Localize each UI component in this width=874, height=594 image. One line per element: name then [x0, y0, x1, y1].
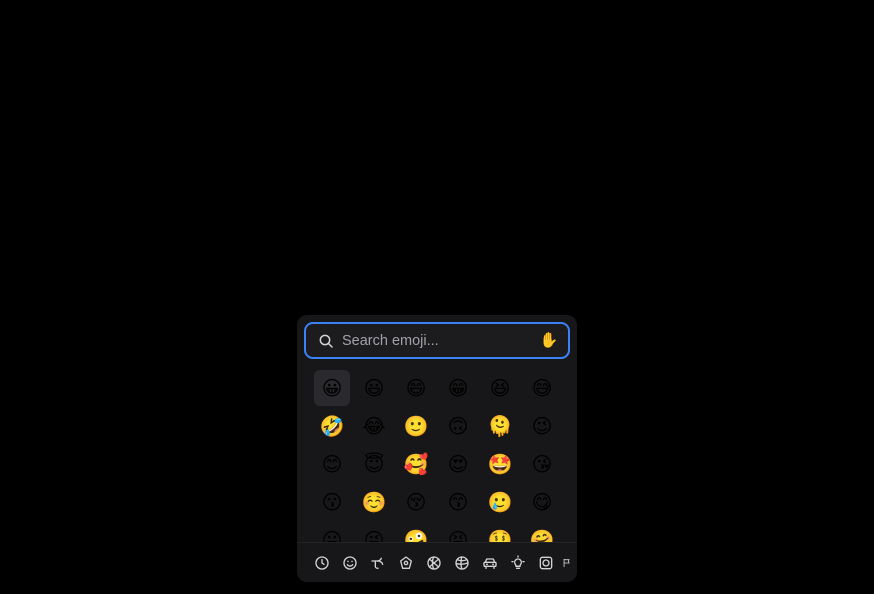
category-smileys[interactable] — [338, 551, 362, 575]
emoji-cell[interactable]: 🫠 — [482, 408, 518, 444]
emoji-cell-wrap: 🤩 — [481, 446, 523, 484]
category-symbols[interactable] — [506, 551, 530, 575]
emoji-cell-wrap: 😆 — [481, 370, 523, 408]
emoji-cell-wrap: 😃 — [355, 370, 397, 408]
search-icon — [319, 334, 333, 348]
category-food-drink[interactable] — [394, 551, 418, 575]
emoji-cell[interactable]: 😜 — [356, 522, 392, 542]
flag-icon — [563, 558, 570, 567]
emoji-cell[interactable]: 😇 — [356, 446, 392, 482]
emoji-cell-wrap: 😙 — [439, 484, 481, 522]
emoji-cell[interactable]: 😋 — [524, 484, 560, 520]
emoji-cell-wrap: 😇 — [355, 446, 397, 484]
emoji-trigger-button[interactable]: 😀 — [426, 286, 448, 308]
emoji-cell[interactable]: 😗 — [314, 484, 350, 520]
emoji-grid: 😀 😃 😄 😁 😆 😅 🤣 😂 🙂 🙃 🫠 😉 😊 😇 🥰 😍 🤩 😘 😗 ☺️ 😚 😙 🥲 😋 😛 😜 🤪 😝 🤑 🤗 — [313, 370, 565, 542]
emoji-cell[interactable]: 😙 — [440, 484, 476, 520]
category-bar — [297, 542, 577, 582]
emoji-cell[interactable]: 😉 — [524, 408, 560, 444]
category-flags[interactable] — [562, 551, 572, 575]
emoji-cell-wrap: 😉 — [523, 408, 565, 446]
emoji-cell[interactable]: ☺️ — [356, 484, 392, 520]
emoji-cell-wrap: 😀 — [313, 370, 355, 408]
emoji-cell-wrap: 🤪 — [397, 522, 439, 542]
emoji-cell-wrap: 🥰 — [397, 446, 439, 484]
emoji-cell[interactable]: 😘 — [524, 446, 560, 482]
emoji-cell-wrap: 😛 — [313, 522, 355, 542]
category-travel-places[interactable] — [450, 551, 474, 575]
emoji-cell[interactable]: 🙃 — [440, 408, 476, 444]
emoji-cell[interactable]: 🤩 — [482, 446, 518, 482]
emoji-cell-wrap: 🤑 — [481, 522, 523, 542]
emoji-cell-wrap: 😁 — [439, 370, 481, 408]
emoji-cell-wrap: 🙂 — [397, 408, 439, 446]
lightbulb-icon — [511, 554, 525, 569]
emoji-cell-wrap: 😜 — [355, 522, 397, 542]
emoji-cell-wrap: 🤗 — [523, 522, 565, 542]
emoji-cell[interactable]: 😁 — [440, 370, 476, 406]
emoji-cell[interactable]: 😊 — [314, 446, 350, 482]
emoji-cell[interactable]: 🥰 — [398, 446, 434, 482]
emoji-cell[interactable]: 😃 — [356, 370, 392, 406]
emoji-cell[interactable]: 😚 — [398, 484, 434, 520]
emoji-cell-wrap: 🙃 — [439, 408, 481, 446]
category-recent[interactable] — [310, 551, 334, 575]
emoji-cell-wrap: 😋 — [523, 484, 565, 522]
skin-tone-button[interactable]: ✋ — [538, 330, 560, 352]
emoji-cell[interactable]: 😄 — [398, 370, 434, 406]
ball-icon — [427, 555, 441, 570]
emoji-cell[interactable]: 😛 — [314, 522, 350, 542]
emoji-cell-wrap: ☺️ — [355, 484, 397, 522]
emoji-cell[interactable]: 🤪 — [398, 522, 434, 542]
emoji-cell[interactable]: 😍 — [440, 446, 476, 482]
symbols-icon — [539, 556, 553, 569]
search-box: ✋ — [304, 322, 570, 359]
emoji-cell[interactable]: 🤑 — [482, 522, 518, 542]
emoji-cell-wrap: 😂 — [355, 408, 397, 446]
category-animals-nature[interactable] — [366, 551, 390, 575]
search-input[interactable] — [342, 332, 538, 349]
smiley-icon — [343, 555, 357, 570]
category-symbols-2[interactable] — [534, 551, 558, 575]
emoji-cell[interactable]: 😀 — [314, 370, 350, 406]
emoji-cell-wrap: 😍 — [439, 446, 481, 484]
emoji-cell-wrap: 😝 — [439, 522, 481, 542]
emoji-cell[interactable]: 😅 — [524, 370, 560, 406]
car-icon — [483, 557, 497, 569]
emoji-cell-wrap: 😅 — [523, 370, 565, 408]
emoji-cell-wrap: 🤣 — [313, 408, 355, 446]
emoji-picker: ✋ 😀😃😄😁😆😅 🤣😂🙂🙃🫠😉 😊😇🥰😍🤩😘 😗☺️😚😙🥲😋 😛 😜 🤪 😝 🤑 🤗 — [297, 315, 577, 582]
emoji-cell[interactable]: 🤣 — [314, 408, 350, 444]
emoji-cell[interactable]: 😂 — [356, 408, 392, 444]
leaf-icon — [371, 557, 384, 569]
emoji-cell-wrap: 🥲 — [481, 484, 523, 522]
globe-icon — [455, 555, 469, 570]
clock-icon — [315, 555, 329, 570]
emoji-cell[interactable]: 🥲 — [482, 484, 518, 520]
emoji-cell[interactable]: 🤗 — [524, 522, 560, 542]
category-objects[interactable] — [478, 551, 502, 575]
food-icon — [400, 555, 412, 569]
emoji-cell[interactable]: 🙂 — [398, 408, 434, 444]
emoji-cell-wrap: 😄 — [397, 370, 439, 408]
emoji-cell-wrap: 🫠 — [481, 408, 523, 446]
category-activities[interactable] — [422, 551, 446, 575]
emoji-cell-wrap: 😗 — [313, 484, 355, 522]
emoji-cell-wrap: 😊 — [313, 446, 355, 484]
emoji-cell[interactable]: 😝 — [440, 522, 476, 542]
emoji-cell-wrap: 😘 — [523, 446, 565, 484]
emoji-cell[interactable]: 😆 — [482, 370, 518, 406]
emoji-cell-wrap: 😚 — [397, 484, 439, 522]
